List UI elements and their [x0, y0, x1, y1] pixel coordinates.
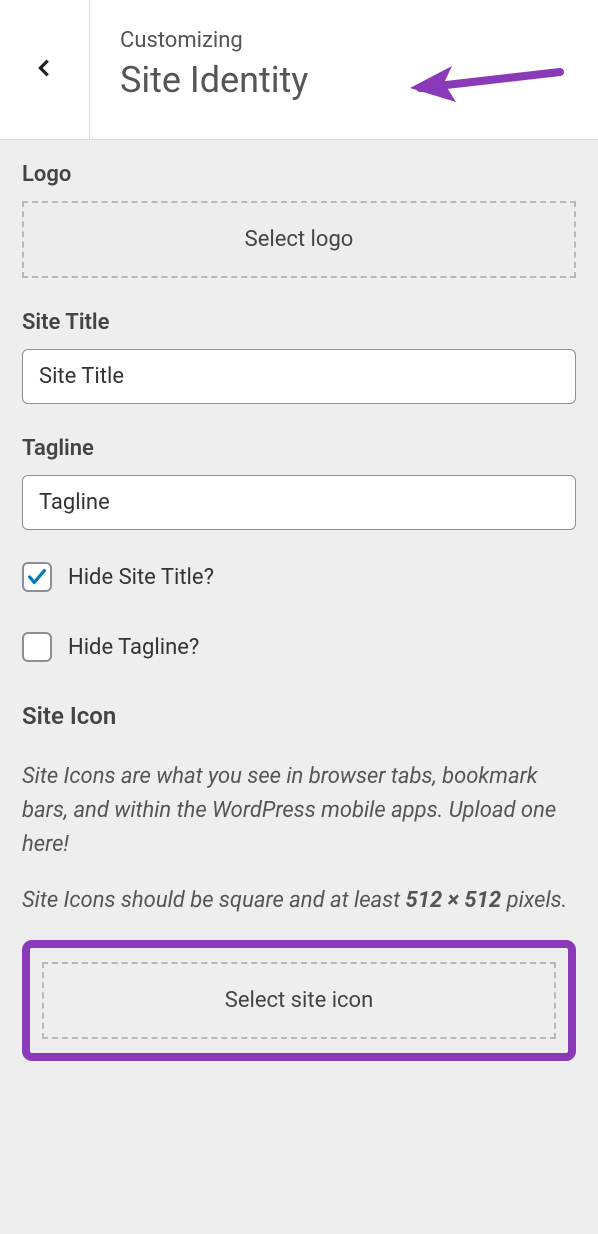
annotation-arrow-icon	[410, 58, 570, 122]
annotation-highlight-box: Select site icon	[22, 940, 576, 1061]
site-title-section: Site Title	[22, 310, 576, 404]
site-title-input[interactable]	[22, 349, 576, 404]
site-icon-description-1: Site Icons are what you see in browser t…	[22, 760, 576, 862]
header-subtitle: Customizing	[120, 28, 568, 53]
hide-site-title-checkbox[interactable]	[22, 562, 52, 592]
site-icon-heading: Site Icon	[22, 702, 576, 730]
site-title-label: Site Title	[22, 310, 576, 335]
hide-site-title-row: Hide Site Title?	[22, 562, 576, 592]
customizer-header: Customizing Site Identity	[0, 0, 598, 140]
tagline-section: Tagline	[22, 436, 576, 530]
hide-site-title-label[interactable]: Hide Site Title?	[68, 565, 214, 590]
chevron-left-icon	[34, 57, 56, 83]
site-icon-desc2-suffix: pixels.	[501, 888, 567, 913]
header-titles: Customizing Site Identity	[90, 0, 598, 139]
select-logo-button[interactable]: Select logo	[22, 201, 576, 278]
back-button[interactable]	[0, 0, 90, 139]
tagline-label: Tagline	[22, 436, 576, 461]
customizer-content: Logo Select logo Site Title Tagline Hide…	[0, 140, 598, 1083]
hide-tagline-row: Hide Tagline?	[22, 632, 576, 662]
hide-tagline-checkbox[interactable]	[22, 632, 52, 662]
site-icon-description-2: Site Icons should be square and at least…	[22, 884, 576, 918]
select-site-icon-button[interactable]: Select site icon	[42, 962, 556, 1039]
site-icon-desc2-prefix: Site Icons should be square and at least	[22, 888, 406, 913]
logo-section: Logo Select logo	[22, 162, 576, 278]
hide-tagline-label[interactable]: Hide Tagline?	[68, 635, 199, 660]
logo-label: Logo	[22, 162, 576, 187]
tagline-input[interactable]	[22, 475, 576, 530]
site-icon-desc2-bold: 512 × 512	[406, 888, 502, 913]
